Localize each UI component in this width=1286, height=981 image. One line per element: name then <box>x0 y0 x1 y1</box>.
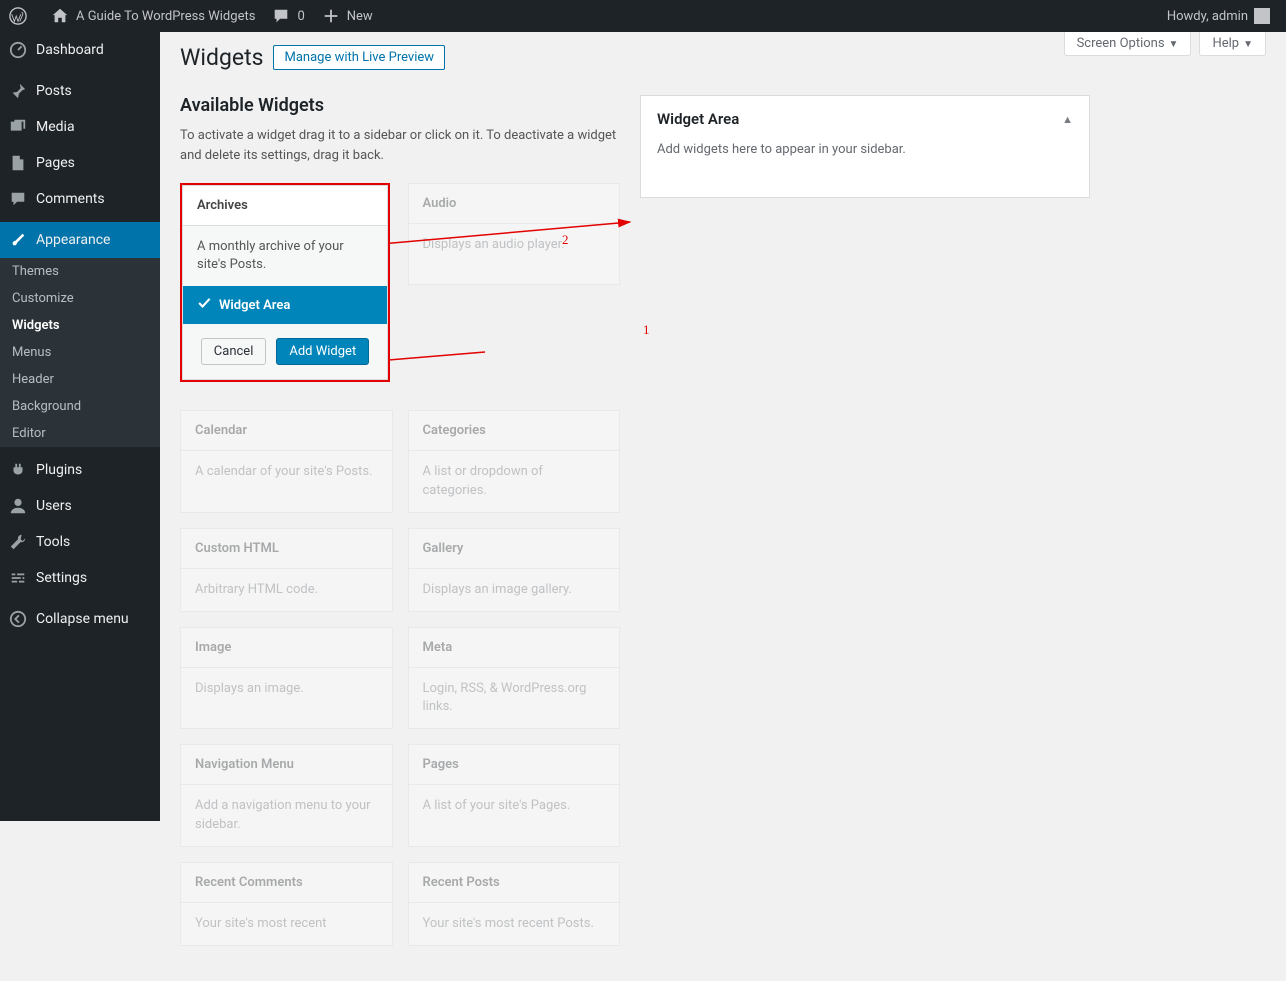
howdy-text: Howdy, admin <box>1167 9 1248 24</box>
admin-sidebar: Dashboard Posts Media Pages Comments App… <box>0 32 160 821</box>
comments-link[interactable]: 0 <box>263 0 312 32</box>
widget-card-recentcomments[interactable]: Recent CommentsYour site's most recent <box>180 862 393 946</box>
submenu-widgets[interactable]: Widgets <box>0 312 160 339</box>
screen-options-button[interactable]: Screen Options▼ <box>1064 32 1192 56</box>
widget-card-meta[interactable]: MetaLogin, RSS, & WordPress.org links. <box>408 627 621 729</box>
submenu-background[interactable]: Background <box>0 393 160 420</box>
chevron-down-icon: ▼ <box>1243 39 1253 50</box>
admin-bar: A Guide To WordPress Widgets 0 New Howdy… <box>0 0 1286 32</box>
menu-plugins[interactable]: Plugins <box>0 452 160 488</box>
dashboard-icon <box>8 40 28 60</box>
site-link[interactable]: A Guide To WordPress Widgets <box>42 0 263 32</box>
wp-logo[interactable] <box>0 0 42 32</box>
menu-appearance[interactable]: Appearance <box>0 222 160 258</box>
plus-icon <box>321 6 341 26</box>
annotation-highlight: Archives A monthly archive of your site'… <box>180 183 390 382</box>
wrench-icon <box>8 532 28 552</box>
menu-posts[interactable]: Posts <box>0 73 160 109</box>
user-icon <box>8 496 28 516</box>
widget-card-gallery[interactable]: GalleryDisplays an image gallery. <box>408 528 621 612</box>
sliders-icon <box>8 568 28 588</box>
chevron-down-icon: ▼ <box>1169 39 1179 50</box>
pin-icon <box>8 81 28 101</box>
menu-users[interactable]: Users <box>0 488 160 524</box>
media-icon <box>8 117 28 137</box>
add-widget-button[interactable]: Add Widget <box>276 338 369 365</box>
check-icon <box>197 296 211 314</box>
widget-area-desc: Add widgets here to appear in your sideb… <box>641 142 1089 197</box>
area-option[interactable]: Widget Area <box>183 286 387 324</box>
chevron-up-icon[interactable]: ▲ <box>1062 113 1073 126</box>
comments-icon <box>8 189 28 209</box>
new-link[interactable]: New <box>313 0 381 32</box>
live-preview-button[interactable]: Manage with Live Preview <box>273 45 445 70</box>
submenu-menus[interactable]: Menus <box>0 339 160 366</box>
menu-pages[interactable]: Pages <box>0 145 160 181</box>
content: Screen Options▼ Help▼ Widgets Manage wit… <box>160 32 1286 821</box>
submenu-editor[interactable]: Editor <box>0 420 160 447</box>
avatar <box>1254 8 1270 24</box>
available-widgets-title: Available Widgets <box>180 95 620 116</box>
submenu-customize[interactable]: Customize <box>0 285 160 312</box>
archives-desc: A monthly archive of your site's Posts. <box>183 226 387 286</box>
menu-settings[interactable]: Settings <box>0 560 160 596</box>
menu-dashboard[interactable]: Dashboard <box>0 32 160 68</box>
collapse-icon <box>8 609 28 629</box>
annotation-label-2: 2 <box>562 232 569 248</box>
widget-card-recentposts[interactable]: Recent PostsYour site's most recent Post… <box>408 862 621 946</box>
widget-card-calendar[interactable]: CalendarA calendar of your site's Posts. <box>180 410 393 512</box>
widget-card-categories[interactable]: CategoriesA list or dropdown of categori… <box>408 410 621 512</box>
annotation-label-1: 1 <box>643 322 650 338</box>
widgets-grid: Archives A monthly archive of your site'… <box>180 183 620 946</box>
plug-icon <box>8 460 28 480</box>
widget-area-title[interactable]: Widget Area <box>657 110 739 128</box>
available-widgets-desc: To activate a widget drag it to a sideba… <box>180 126 620 165</box>
help-button[interactable]: Help▼ <box>1199 32 1266 56</box>
widget-card-image[interactable]: ImageDisplays an image. <box>180 627 393 729</box>
submenu-header[interactable]: Header <box>0 366 160 393</box>
menu-collapse[interactable]: Collapse menu <box>0 601 160 637</box>
widget-card-pages[interactable]: PagesA list of your site's Pages. <box>408 744 621 846</box>
widget-card-audio[interactable]: Audio Displays an audio player. <box>408 183 621 285</box>
menu-media[interactable]: Media <box>0 109 160 145</box>
widget-card-navmenu[interactable]: Navigation MenuAdd a navigation menu to … <box>180 744 393 846</box>
submenu-appearance: Themes Customize Widgets Menus Header Ba… <box>0 258 160 447</box>
archives-expanded-panel: Archives A monthly archive of your site'… <box>182 185 388 380</box>
brush-icon <box>8 230 28 250</box>
comments-count: 0 <box>297 9 304 24</box>
account-link[interactable]: Howdy, admin <box>1159 0 1278 32</box>
comment-icon <box>271 6 291 26</box>
archives-title[interactable]: Archives <box>183 186 387 226</box>
home-icon <box>50 6 70 26</box>
site-name: A Guide To WordPress Widgets <box>76 9 255 24</box>
page-title: Widgets <box>180 44 263 71</box>
cancel-button[interactable]: Cancel <box>201 338 267 365</box>
menu-comments[interactable]: Comments <box>0 181 160 217</box>
widget-area-card: Widget Area ▲ Add widgets here to appear… <box>640 95 1090 198</box>
submenu-themes[interactable]: Themes <box>0 258 160 285</box>
new-label: New <box>347 9 373 24</box>
menu-tools[interactable]: Tools <box>0 524 160 560</box>
pages-icon <box>8 153 28 173</box>
widget-card-customhtml[interactable]: Custom HTMLArbitrary HTML code. <box>180 528 393 612</box>
